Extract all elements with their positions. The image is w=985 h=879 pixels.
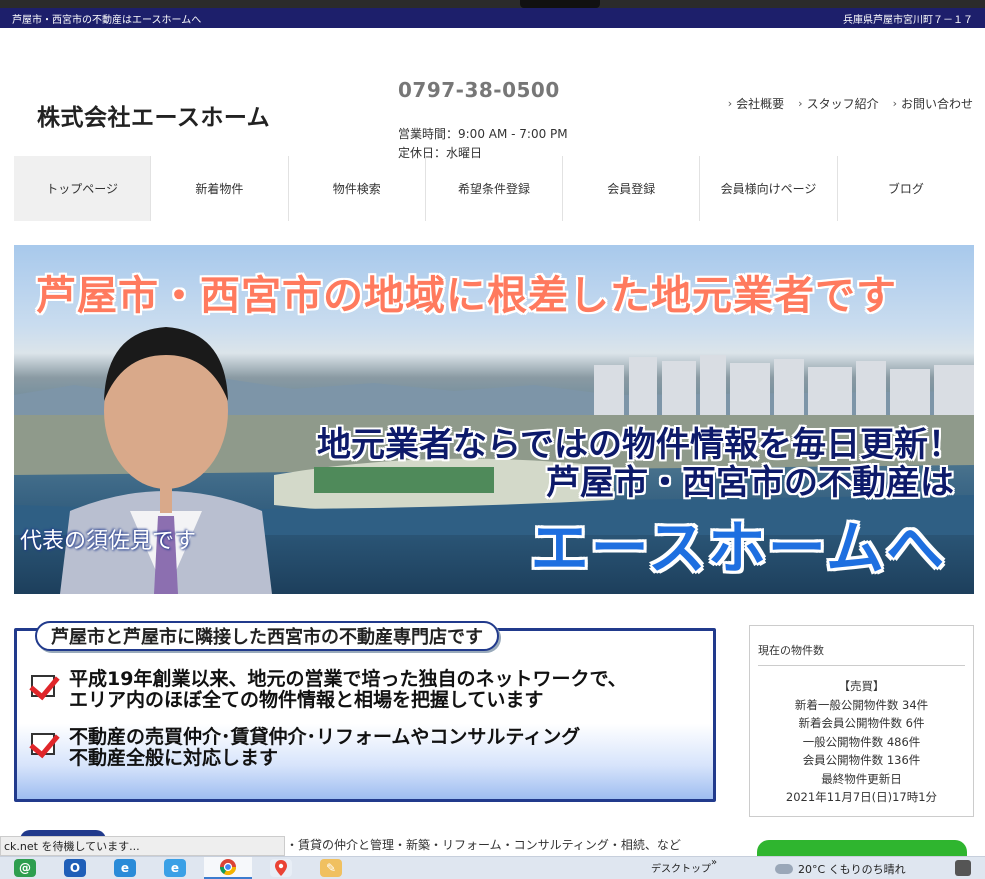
- intro-point-text: 不動産の売買仲介･賃貸仲介･リフォームやコンサルティング 不動産全般に対応します: [69, 727, 580, 769]
- chevron-right-icon: ›: [727, 97, 733, 110]
- topbar-tagline: 芦屋市・西宮市の不動産はエースホームへ: [12, 14, 202, 26]
- cloud-icon: [775, 864, 793, 874]
- paint-icon[interactable]: ✎: [320, 859, 342, 877]
- nav-item-preferences[interactable]: 希望条件登録: [426, 156, 564, 221]
- browser-top-strip: [0, 0, 985, 8]
- count-line: 新着一般公開物件数 34件: [794, 697, 929, 712]
- nav-item-search[interactable]: 物件検索: [289, 156, 426, 221]
- hero-line-3: エースホームへ: [530, 514, 946, 582]
- intro-point-line: 平成19年創業以来、地元の営業で培った独自のネットワークで、: [69, 668, 627, 690]
- link-company-profile[interactable]: › 会社概要: [728, 95, 784, 112]
- chevron-right-icon: ›: [892, 97, 897, 110]
- site-header: 株式会社エースホーム 0797-38-0500 営業時間：9:00 AM - 7…: [0, 28, 985, 160]
- ie-icon[interactable]: e: [164, 859, 186, 877]
- toolbar-expand-icon[interactable]: »: [711, 857, 717, 868]
- intro-point: 不動産の売買仲介･賃貸仲介･リフォームやコンサルティング 不動産全般に対応します: [31, 727, 580, 769]
- count-line: 会員公開物件数 136件: [802, 753, 921, 767]
- link-staff[interactable]: › スタッフ紹介: [798, 95, 878, 112]
- opening-hours: 営業時間：9:00 AM - 7:00 PM: [398, 127, 568, 141]
- phone-number[interactable]: 0797-38-0500: [398, 78, 560, 102]
- last-update-label: 最終物件更新日: [821, 771, 902, 786]
- intro-heading: 芦屋市と芦屋市に隣接した西宮市の不動産専門店です: [35, 621, 499, 651]
- maps-icon[interactable]: [270, 859, 292, 877]
- nav-item-members[interactable]: 会員様向けページ: [700, 156, 838, 221]
- link-label: 会社概要: [736, 97, 785, 111]
- intro-point-line: エリア内のほぼ全ての物件情報と相場を把握しています: [69, 689, 544, 711]
- checkbox-checked-icon: [31, 675, 55, 697]
- nav-item-register[interactable]: 会員登録: [563, 156, 701, 221]
- browser-status-bar: ck.net を待機しています...: [0, 836, 285, 856]
- link-label: お問い合わせ: [900, 97, 973, 111]
- nav-item-top[interactable]: トップページ: [14, 156, 152, 221]
- global-navigation: トップページ 新着物件 物件検索 希望条件登録 会員登録 会員様向けページ ブロ…: [14, 156, 974, 221]
- services-text: ・賃貸の仲介と管理・新築・リフォーム・コンサルティング・相続、など: [286, 838, 681, 852]
- last-update-value: 2021年11月7日(日)17時1分: [785, 790, 938, 804]
- company-logo[interactable]: 株式会社エースホーム: [37, 98, 270, 132]
- link-contact[interactable]: › お問い合わせ: [893, 95, 973, 112]
- hero-caption: 代表の須佐見です: [20, 529, 197, 554]
- topbar-address: 兵庫県芦屋市宮川町７－１７: [843, 14, 973, 26]
- notification-icon[interactable]: [955, 860, 971, 876]
- widget-divider: [758, 665, 965, 666]
- windows-taskbar: @ O e e ✎ デスクトップ » 20°C くもりのち晴れ: [0, 856, 985, 879]
- nav-item-blog[interactable]: ブログ: [838, 156, 974, 221]
- window-notch: [520, 0, 600, 8]
- intro-point-text: 平成19年創業以来、地元の営業で培った独自のネットワークで、 エリア内のほぼ全て…: [69, 669, 627, 711]
- site-topbar: 芦屋市・西宮市の不動産はエースホームへ 兵庫県芦屋市宮川町７－１７: [0, 8, 985, 28]
- intro-point-line: 不動産全般に対応します: [69, 747, 279, 769]
- count-line: 新着会員公開物件数 6件: [798, 716, 925, 730]
- intro-point-line: 不動産の売買仲介･賃貸仲介･リフォームやコンサルティング: [69, 726, 581, 748]
- weather-widget[interactable]: 20°C くもりのち晴れ: [775, 861, 906, 877]
- intro-panel: 芦屋市と芦屋市に隣接した西宮市の不動産専門店です 平成19年創業以来、地元の営業…: [14, 621, 716, 802]
- header-links: › 会社概要 › スタッフ紹介 › お問い合わせ: [728, 95, 973, 112]
- count-line: 一般公開物件数 486件: [802, 734, 921, 749]
- listing-count-widget: 現在の物件数 【売買】 新着一般公開物件数 34件 新着会員公開物件数 6件 一…: [749, 625, 974, 817]
- outlook-icon[interactable]: O: [64, 859, 86, 877]
- link-label: スタッフ紹介: [806, 97, 879, 111]
- chevron-right-icon: ›: [798, 97, 803, 110]
- intro-point: 平成19年創業以来、地元の営業で培った独自のネットワークで、 エリア内のほぼ全て…: [31, 669, 627, 711]
- widget-title: 現在の物件数: [758, 644, 824, 657]
- hero-line-2: 芦屋市・西宮市の不動産は: [546, 463, 954, 503]
- edge-icon[interactable]: e: [114, 859, 136, 877]
- nav-item-new-listings[interactable]: 新着物件: [151, 156, 289, 221]
- widget-body: 【売買】 新着一般公開物件数 34件 新着会員公開物件数 6件 一般公開物件数 …: [750, 677, 973, 807]
- sales-section-label: 【売買】: [838, 679, 885, 693]
- hero-banner: 芦屋市・西宮市の地域に根差した地元業者です 地元業者ならではの物件情報を毎日更新…: [14, 245, 974, 594]
- chrome-icon[interactable]: [204, 857, 252, 879]
- desktop-toolbar-label[interactable]: デスクトップ: [651, 860, 711, 875]
- weather-text: 20°C くもりのち晴れ: [798, 863, 906, 876]
- checkbox-checked-icon: [31, 733, 55, 755]
- mail-icon[interactable]: @: [14, 859, 36, 877]
- hero-title: 芦屋市・西宮市の地域に根差した地元業者です: [36, 273, 897, 319]
